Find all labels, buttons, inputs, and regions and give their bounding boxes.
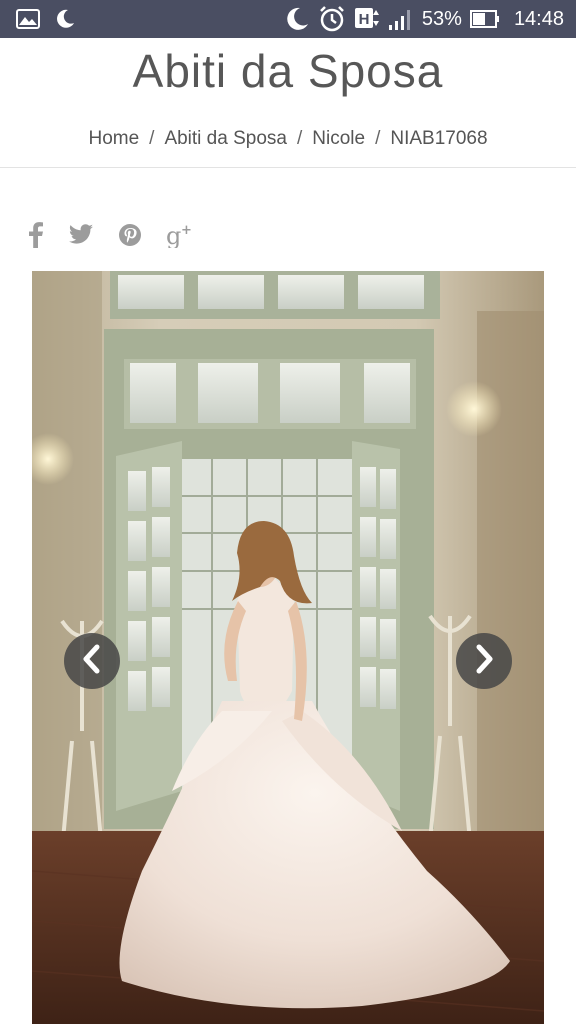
- status-bar-left: [16, 0, 76, 38]
- chevron-right-icon: [473, 644, 495, 678]
- breadcrumb: Home / Abiti da Sposa / Nicole / NIAB17068: [0, 128, 576, 150]
- pinterest-icon[interactable]: [118, 223, 142, 251]
- twitter-icon[interactable]: [68, 224, 94, 250]
- svg-text:H: H: [358, 11, 369, 28]
- h-network-icon: H: [354, 6, 380, 32]
- clock-time: 14:48: [513, 7, 564, 30]
- breadcrumb-separator: /: [149, 128, 155, 149]
- gallery-icon: [16, 9, 40, 29]
- battery-icon: [469, 9, 500, 29]
- status-bar-right: H 53% 14:48: [284, 0, 564, 38]
- breadcrumb-home[interactable]: Home: [88, 128, 139, 149]
- google-plus-icon[interactable]: g +: [166, 222, 194, 252]
- breadcrumb-nicole[interactable]: Nicole: [312, 128, 365, 149]
- night-mode-icon: [284, 6, 310, 32]
- breadcrumb-abiti-da-sposa[interactable]: Abiti da Sposa: [164, 128, 287, 149]
- breadcrumb-current: NIAB17068: [390, 128, 488, 149]
- header-divider: [0, 167, 576, 168]
- signal-icon: [388, 7, 414, 31]
- gallery-next-button[interactable]: [456, 633, 512, 689]
- alarm-icon: [318, 5, 346, 33]
- breadcrumb-separator: /: [375, 128, 381, 149]
- share-bar: g +: [28, 222, 194, 252]
- moon-icon: [54, 8, 76, 30]
- breadcrumb-separator: /: [296, 128, 303, 149]
- battery-percent: 53%: [421, 7, 462, 30]
- gallery-prev-button[interactable]: [64, 633, 120, 689]
- page-title: Abiti da Sposa: [132, 45, 444, 97]
- svg-text:+: +: [181, 223, 192, 238]
- facebook-icon[interactable]: [28, 222, 44, 252]
- status-bar: H 53% 14:48: [0, 0, 576, 38]
- svg-text:g: g: [166, 222, 181, 248]
- chevron-left-icon: [81, 644, 103, 678]
